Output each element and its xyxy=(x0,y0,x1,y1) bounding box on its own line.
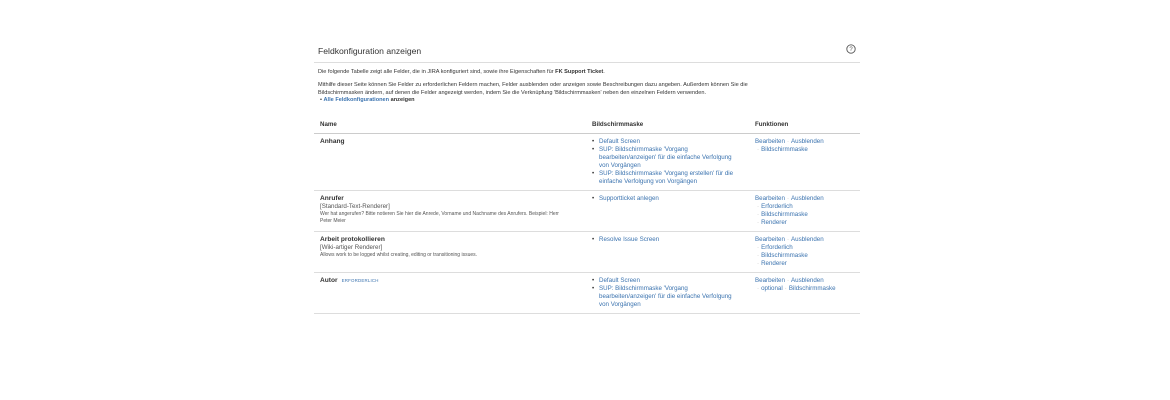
intro-line: Die folgende Tabelle zeigt alle Felder, … xyxy=(318,69,605,75)
edit-link[interactable]: Bearbeiten xyxy=(755,195,785,202)
field-name: Anhang xyxy=(320,137,345,145)
table-row: Anhang Default Screen SUP: Bildschirmmas… xyxy=(314,133,860,191)
required-link[interactable]: Erforderlich xyxy=(761,203,793,210)
screen-mask-link[interactable]: Bildschirmmaske xyxy=(761,211,808,218)
all-configs-link[interactable]: Alle Feldkonfigurationen xyxy=(324,97,390,103)
field-description: Wer hat angerufen? Bitte notieren Sie hi… xyxy=(320,210,559,224)
screens-cell: Resolve Issue Screen xyxy=(586,231,749,273)
column-header-name: Name xyxy=(314,115,586,134)
screens-list: Resolve Issue Screen xyxy=(592,236,743,244)
screens-list: Supportticket anlegen xyxy=(592,195,743,203)
column-header-functions: Funktionen xyxy=(749,115,860,134)
field-name: Anrufer xyxy=(320,194,344,202)
field-configuration-panel: Feldkonfiguration anzeigen ? Die folgend… xyxy=(314,40,860,314)
screen-link[interactable]: Resolve Issue Screen xyxy=(592,236,743,244)
field-name-cell: Anhang xyxy=(314,133,586,191)
screen-link[interactable]: SUP: Bildschirmmaske 'Vorgang erstellen'… xyxy=(592,170,743,186)
column-header-screen: Bildschirmmaske xyxy=(586,115,749,134)
field-renderer: [Standard-Text-Renderer] xyxy=(320,202,390,210)
renderer-link[interactable]: Renderer xyxy=(761,260,787,267)
edit-link[interactable]: Bearbeiten xyxy=(755,277,785,284)
help-line-2: Bildschirmmasken ändern, auf denen die F… xyxy=(318,89,707,96)
hide-link[interactable]: Ausblenden xyxy=(791,138,824,145)
functions-cell: Bearbeiten · Ausblenden · Erforderlich · Bil… xyxy=(749,190,860,232)
field-name-cell: Autor ERFORDERLICH xyxy=(314,272,586,314)
field-name-line: Autor ERFORDERLICH xyxy=(320,277,580,285)
table-row: Arbeit protokollieren [Wiki-artiger Rend… xyxy=(314,231,860,273)
hide-link[interactable]: Ausblenden xyxy=(791,236,824,243)
functions-cell: Bearbeiten · Ausblenden · Bildschirmmaske xyxy=(749,133,860,191)
screen-link[interactable]: Supportticket anlegen xyxy=(592,195,743,203)
hide-link[interactable]: Ausblenden xyxy=(791,195,824,202)
all-configs-item: • Alle Feldkonfigurationen anzeigen xyxy=(320,97,415,104)
screen-link[interactable]: Default Screen xyxy=(592,138,743,146)
edit-link[interactable]: Bearbeiten xyxy=(755,236,785,243)
intro-text: Die folgende Tabelle zeigt alle Felder, … xyxy=(318,69,860,105)
help-icon[interactable]: ? xyxy=(846,44,856,54)
screen-mask-link[interactable]: Bildschirmmaske xyxy=(761,146,808,153)
screens-cell: Default Screen SUP: Bildschirmmaske 'Vor… xyxy=(586,272,749,314)
table-header-row: Name Bildschirmmaske Funktionen xyxy=(314,115,860,134)
renderer-link[interactable]: Renderer xyxy=(761,219,787,226)
config-name: FK Support Ticket xyxy=(555,69,604,75)
required-badge: ERFORDERLICH xyxy=(341,277,379,283)
functions-cell: Bearbeiten · Ausblenden · Erforderlich · Bil… xyxy=(749,231,860,273)
screens-cell: Supportticket anlegen xyxy=(586,190,749,232)
screen-link[interactable]: SUP: Bildschirmmaske 'Vorgang bearbeiten… xyxy=(592,146,743,170)
field-name: Arbeit protokollieren xyxy=(320,235,385,243)
screen-link[interactable]: Default Screen xyxy=(592,277,743,285)
screens-list: Default Screen SUP: Bildschirmmaske 'Vor… xyxy=(592,277,743,309)
optional-link[interactable]: optional xyxy=(761,285,783,292)
field-name: Autor xyxy=(320,276,338,284)
screens-cell: Default Screen SUP: Bildschirmmaske 'Vor… xyxy=(586,133,749,191)
screens-list: Default Screen SUP: Bildschirmmaske 'Vor… xyxy=(592,138,743,186)
panel-header: Feldkonfiguration anzeigen ? xyxy=(314,40,860,63)
required-link[interactable]: Erforderlich xyxy=(761,244,793,251)
field-description: Allows work to be logged whilst creating… xyxy=(320,251,478,258)
help-line-1: Mithilfe dieser Seite können Sie Felder … xyxy=(318,82,748,89)
field-name-cell: Anrufer [Standard-Text-Renderer] Wer hat… xyxy=(314,190,586,232)
screen-mask-link[interactable]: Bildschirmmaske xyxy=(789,285,836,292)
field-renderer: [Wiki-artiger Renderer] xyxy=(320,243,383,251)
hide-link[interactable]: Ausblenden xyxy=(791,277,824,284)
field-name-cell: Arbeit protokollieren [Wiki-artiger Rend… xyxy=(314,231,586,273)
fields-table: Name Bildschirmmaske Funktionen Anhang D… xyxy=(314,115,860,314)
edit-link[interactable]: Bearbeiten xyxy=(755,138,785,145)
functions-cell: Bearbeiten · Ausblenden · optional · Bildschi… xyxy=(749,272,860,314)
screen-link[interactable]: SUP: Bildschirmmaske 'Vorgang bearbeiten… xyxy=(592,285,743,309)
table-row: Anrufer [Standard-Text-Renderer] Wer hat… xyxy=(314,190,860,232)
screen-mask-link[interactable]: Bildschirmmaske xyxy=(761,252,808,259)
svg-text:?: ? xyxy=(849,47,853,53)
page-title: Feldkonfiguration anzeigen xyxy=(318,46,422,56)
table-row: AutorERFORDERLICH Default Screen SUP: Bi… xyxy=(314,272,860,314)
